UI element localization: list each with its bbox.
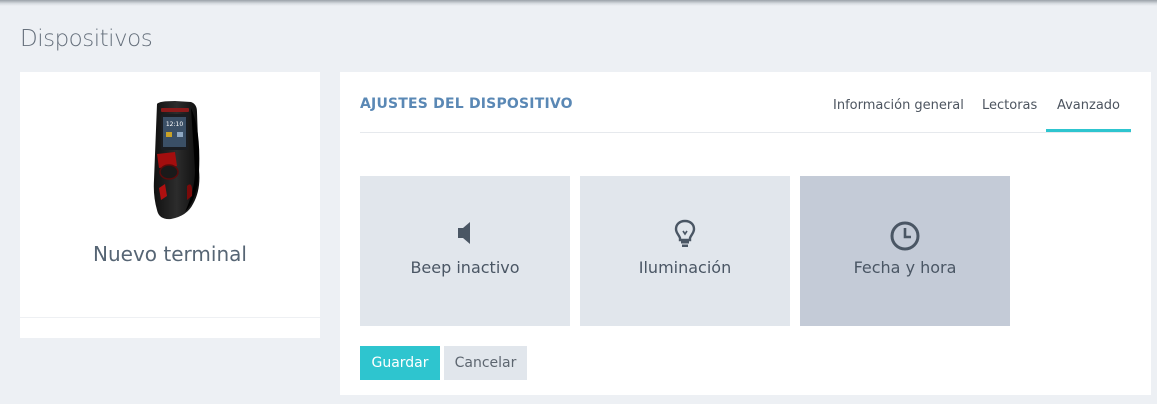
option-label: Fecha y hora [853, 258, 957, 277]
option-label: Beep inactivo [410, 258, 520, 277]
tab-informacion-general[interactable]: Información general [833, 98, 964, 132]
speaker-icon [458, 222, 470, 244]
header-divider [360, 132, 1131, 133]
top-shadow-bar [0, 0, 1157, 6]
settings-card: AJUSTES DEL DISPOSITIVO Información gene… [340, 72, 1151, 395]
device-terminal-image: 12:10 [153, 101, 200, 220]
device-card: 12:10 Nuevo terminal [20, 72, 320, 338]
settings-title: AJUSTES DEL DISPOSITIVO [360, 96, 573, 112]
tab-avanzado[interactable]: Avanzado [1046, 98, 1131, 132]
cancel-button[interactable]: Cancelar [444, 346, 527, 380]
option-beep-inactivo[interactable]: Beep inactivo [360, 176, 570, 326]
page-title: Dispositivos [20, 26, 153, 52]
lightbulb-icon [674, 219, 696, 247]
option-fecha-y-hora[interactable]: Fecha y hora [800, 176, 1010, 326]
active-tab-indicator [1046, 129, 1131, 132]
settings-tabs: Información general Lectoras Avanzado [820, 98, 1131, 132]
option-label: Iluminación [638, 258, 732, 277]
device-screen-time: 12:10 [166, 121, 183, 128]
card-divider [20, 317, 320, 318]
clock-icon [890, 221, 920, 251]
tab-lectoras[interactable]: Lectoras [982, 98, 1037, 132]
device-name: Nuevo terminal [93, 242, 247, 266]
save-button[interactable]: Guardar [360, 346, 440, 380]
option-iluminacion[interactable]: Iluminación [580, 176, 790, 326]
